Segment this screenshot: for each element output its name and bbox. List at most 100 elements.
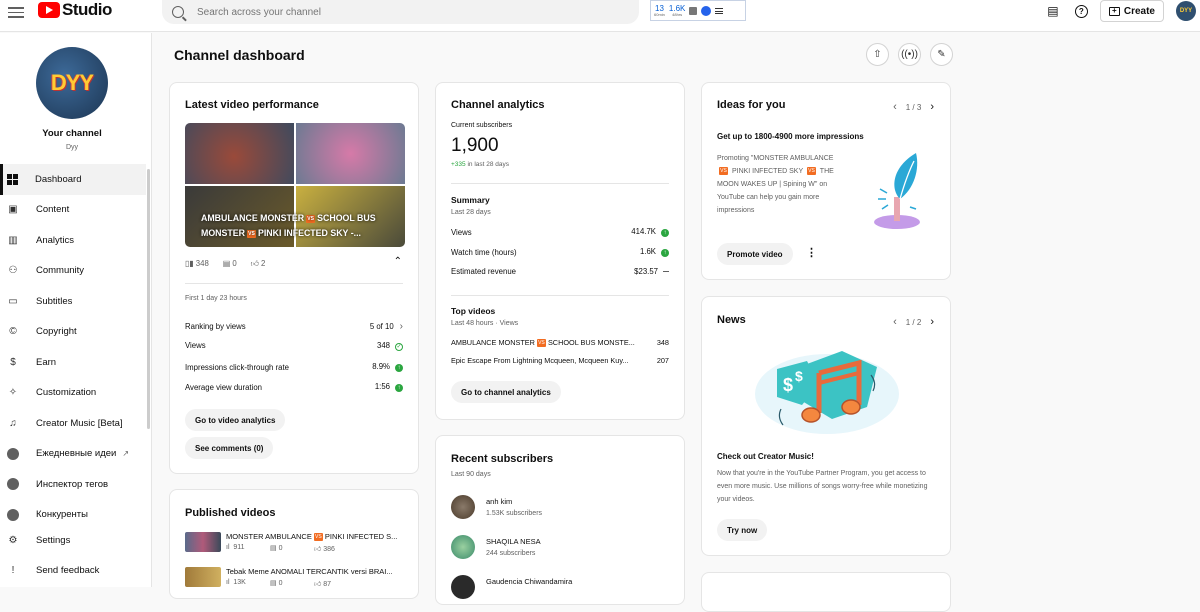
sidebar-item-creator-music[interactable]: ♫ Creator Music [Beta] — [0, 408, 146, 439]
collapse-chevron-icon[interactable]: ⌃ — [394, 256, 402, 267]
channel-avatar[interactable]: DYY — [36, 47, 108, 119]
sidebar-item-send-feedback[interactable]: ! Send feedback — [0, 555, 146, 585]
ideas-card: Ideas for you ‹ 1 / 3 › Get up to 1800-4… — [701, 82, 951, 280]
community-icon: ⚇ — [8, 265, 18, 277]
go-to-video-analytics-button[interactable]: Go to video analytics — [185, 409, 286, 431]
summary-revenue-row: Estimated revenue $23.57 — [451, 267, 669, 276]
top-video-row[interactable]: Epic Escape From Lightning Mcqueen, Mcqu… — [451, 356, 669, 365]
dashboard-icon — [7, 173, 18, 185]
creator-music-illustration: $ $ — [755, 351, 899, 434]
help-icon[interactable]: ? — [1074, 4, 1088, 18]
extension-icon — [7, 447, 19, 460]
published-videos-title: Published videos — [185, 507, 276, 519]
video-title: MONSTER AMBULANCE VS PINKI INFECTED S... — [226, 532, 398, 542]
video-thumbnail[interactable]: AMBULANCE MONSTER VS SCHOOL BUS MONSTER VS P… — [185, 123, 405, 247]
go-to-channel-analytics-button[interactable]: Go to channel analytics — [451, 381, 561, 403]
ext-stat-48h: 1.6K 48hrs — [668, 3, 686, 17]
sidebar-item-content[interactable]: ▣ Content — [0, 195, 146, 226]
menu-icon[interactable] — [8, 4, 24, 20]
sidebar-bottom-nav: ⚙ Settings ! Send feedback — [0, 525, 146, 585]
logo-text: Studio — [62, 0, 112, 19]
studio-logo[interactable]: Studio — [38, 0, 112, 20]
sidebar-item-tag-inspector[interactable]: Инспектор тегов — [0, 469, 146, 500]
video-thumb — [185, 567, 221, 587]
chevron-right-icon: › — [399, 321, 403, 332]
views-stat: ▯▮ 348 — [185, 259, 209, 268]
gear-icon: ⚙ — [8, 534, 18, 546]
summary-period: Last 28 days — [451, 209, 491, 216]
go-live-icon[interactable]: ((•)) — [898, 43, 921, 66]
sidebar-item-daily-ideas[interactable]: Ежедневные идеи ↗ — [0, 439, 146, 470]
ext-square-icon[interactable] — [689, 6, 698, 15]
up-arrow-icon: ↑ — [661, 229, 669, 237]
copyright-icon: © — [9, 326, 17, 338]
news-title: News — [717, 314, 746, 326]
latest-video-card: Latest video performance AMBULANCE MONST… — [169, 82, 419, 474]
ranking-row[interactable]: Ranking by views 5 of 10 › — [185, 321, 403, 332]
ext-menu-icon[interactable] — [715, 7, 724, 14]
more-options-icon[interactable]: ⋮ — [806, 246, 817, 259]
summary-views-row: Views 414.7K ↑ — [451, 227, 669, 237]
thumb-quadrant-2 — [296, 123, 405, 184]
top-video-row[interactable]: AMBULANCE MONSTER VS SCHOOL BUS MONSTE... … — [451, 338, 669, 348]
subscriber-name[interactable]: Gaudencia Chiwandamira — [486, 577, 572, 586]
current-subscribers-label: Current subscribers — [451, 122, 513, 129]
subscriber-name[interactable]: anh kim — [486, 497, 512, 506]
sidebar-nav: Dashboard ▣ Content ▥ Analytics ⚇ Commun… — [0, 164, 146, 530]
thumbs-up-icon: 👍︎ — [250, 259, 259, 268]
sidebar-item-earn[interactable]: $ Earn — [0, 347, 146, 378]
account-avatar[interactable]: DYY — [1176, 1, 1196, 21]
feedback-icon[interactable]: ▤ — [1045, 3, 1061, 19]
create-post-icon[interactable]: ✎ — [930, 43, 953, 66]
ideas-pager: ‹ 1 / 3 › — [893, 101, 934, 113]
chevron-left-icon[interactable]: ‹ — [893, 101, 897, 113]
sidebar-item-subtitles[interactable]: ▭ Subtitles — [0, 286, 146, 317]
up-arrow-icon: ↑ — [661, 249, 669, 257]
ext-circle-icon[interactable] — [701, 5, 712, 16]
ideas-body: Promoting "MONSTER AMBULANCE VS PINKI IN… — [717, 155, 834, 214]
rocket-leaf-illustration — [874, 153, 920, 229]
top-videos-title: Top videos — [451, 306, 496, 316]
subscriber-avatar[interactable] — [451, 495, 475, 519]
subscriber-avatar[interactable] — [451, 575, 475, 599]
news-headline: Check out Creator Music! — [717, 452, 814, 461]
subscriber-count: 1,900 — [451, 135, 499, 156]
published-video-row[interactable]: Tebak Meme ANOMALI TERCANTIK versi BRAI.… — [185, 565, 405, 589]
comments-stat: ▤ 0 — [222, 259, 237, 268]
published-video-row[interactable]: MONSTER AMBULANCE VS PINKI INFECTED S... ı… — [185, 530, 405, 554]
sidebar-item-customization[interactable]: ✧ Customization — [0, 378, 146, 409]
neutral-dash-icon — [663, 271, 669, 273]
try-now-button[interactable]: Try now — [717, 519, 768, 541]
subscriber-avatar[interactable] — [451, 535, 475, 559]
thumb-quadrant-1 — [185, 123, 294, 184]
svg-text:$: $ — [795, 368, 803, 384]
search-bar[interactable] — [162, 0, 639, 24]
channel-analytics-title: Channel analytics — [451, 99, 545, 111]
feedback-icon: ! — [11, 564, 15, 576]
chevron-right-icon[interactable]: › — [930, 101, 934, 113]
sidebar-item-dashboard[interactable]: Dashboard — [0, 164, 146, 195]
extension-widget[interactable]: 13 60min 1.6K 48hrs — [650, 0, 746, 21]
create-button[interactable]: + Create — [1099, 0, 1164, 22]
sidebar: DYY Your channel Dyy Dashboard ▣ Content… — [0, 33, 152, 587]
sidebar-item-settings[interactable]: ⚙ Settings — [0, 525, 146, 555]
sidebar-item-analytics[interactable]: ▥ Analytics — [0, 225, 146, 256]
chevron-right-icon[interactable]: › — [930, 316, 934, 328]
upload-icon[interactable]: ⇧ — [866, 43, 889, 66]
see-comments-button[interactable]: See comments (0) — [185, 437, 274, 459]
header-actions: ⇧ ((•)) ✎ — [866, 43, 953, 66]
magic-wand-icon: ✧ — [8, 387, 18, 399]
subscriber-name[interactable]: SHAQILA NESA — [486, 537, 541, 546]
sidebar-item-copyright[interactable]: © Copyright — [0, 317, 146, 348]
external-link-icon: ↗ — [122, 449, 130, 459]
search-icon[interactable] — [172, 6, 184, 18]
comment-icon: ▤ — [222, 259, 231, 268]
chevron-left-icon[interactable]: ‹ — [893, 316, 897, 328]
svg-text:$: $ — [783, 375, 793, 395]
promote-video-button[interactable]: Promote video — [717, 243, 793, 265]
sidebar-item-community[interactable]: ⚇ Community — [0, 256, 146, 287]
your-channel-label: Your channel — [42, 128, 102, 139]
top-videos-period: Last 48 hours · Views — [451, 320, 519, 327]
sidebar-scrollbar[interactable] — [147, 169, 150, 429]
search-input[interactable] — [197, 6, 617, 18]
